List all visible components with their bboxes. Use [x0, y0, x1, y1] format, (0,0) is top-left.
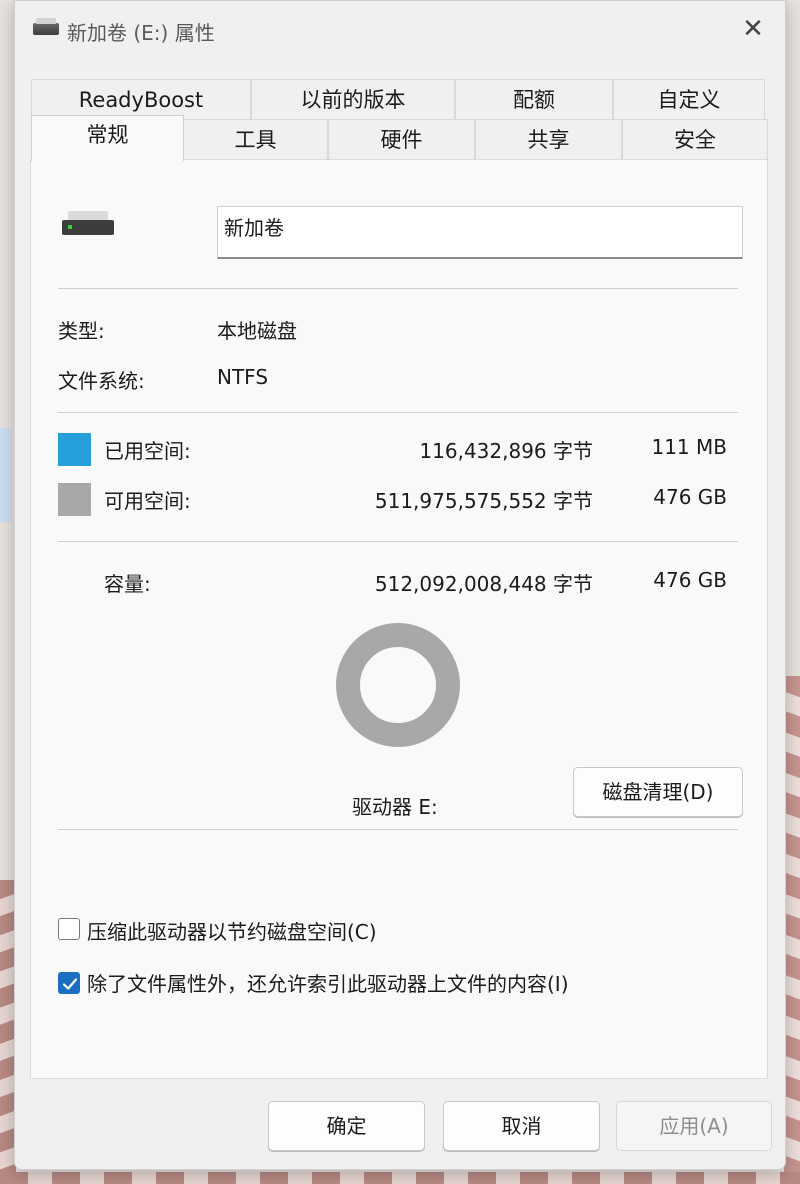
drive-letter-label: 驱动器 E:: [352, 795, 438, 819]
free-space-label: 可用空间:: [104, 489, 191, 513]
tab-label: 常规: [86, 123, 129, 147]
cancel-button[interactable]: 取消: [443, 1101, 600, 1151]
ok-button[interactable]: 确定: [268, 1101, 425, 1151]
type-value: 本地磁盘: [217, 319, 297, 343]
button-label: 取消: [501, 1114, 542, 1138]
capacity-size: 476 GB: [653, 568, 727, 592]
compress-drive-label[interactable]: 压缩此驱动器以节约磁盘空间(C): [87, 916, 377, 945]
tab-general[interactable]: 常规: [31, 115, 184, 161]
used-space-label: 已用空间:: [104, 439, 191, 463]
allow-indexing-label[interactable]: 除了文件属性外，还允许索引此驱动器上文件的内容(I): [87, 968, 569, 997]
tab-label: 以前的版本: [300, 88, 406, 112]
free-space-size: 476 GB: [653, 485, 727, 509]
file-system-value: NTFS: [217, 365, 269, 389]
tab-label: 硬件: [380, 128, 423, 152]
tab-label: 安全: [674, 128, 716, 152]
button-label: 确定: [326, 1114, 367, 1138]
divider: [58, 541, 738, 542]
capacity-bytes: 512,092,008,448 字节: [374, 572, 593, 596]
properties-dialog: 新加卷 (E:) 属性 ✕ ReadyBoost 以前的版本 配额 自定义 工具…: [14, 0, 786, 1170]
capacity-label: 容量:: [104, 572, 151, 596]
hard-drive-icon: [62, 211, 114, 235]
tab-previous-versions[interactable]: 以前的版本: [251, 79, 455, 119]
tab-label: 配额: [513, 88, 555, 112]
tab-label: 工具: [234, 128, 277, 152]
desktop-background: [0, 428, 12, 522]
tab-sharing[interactable]: 共享: [475, 119, 622, 159]
divider: [58, 288, 738, 289]
file-system-label: 文件系统:: [58, 369, 145, 393]
disk-cleanup-button[interactable]: 磁盘清理(D): [573, 767, 743, 817]
drive-icon: [33, 18, 59, 35]
checkmark-icon: [62, 978, 78, 990]
tab-security[interactable]: 安全: [622, 119, 768, 159]
tab-label: 共享: [527, 128, 570, 152]
tab-tools[interactable]: 工具: [183, 119, 328, 159]
free-space-swatch: [58, 483, 91, 516]
tab-customize[interactable]: 自定义: [613, 79, 765, 119]
used-space-swatch: [58, 433, 91, 466]
type-label: 类型:: [58, 319, 105, 343]
apply-button[interactable]: 应用(A): [616, 1101, 772, 1151]
desktop-background: [784, 676, 800, 1184]
tab-readyboost[interactable]: ReadyBoost: [31, 79, 251, 119]
tab-label: 自定义: [657, 88, 721, 112]
used-space-bytes: 116,432,896 字节: [419, 439, 593, 463]
desktop-background: [0, 1172, 800, 1184]
tab-label: ReadyBoost: [78, 88, 204, 112]
tab-quota[interactable]: 配额: [455, 79, 613, 119]
compress-drive-checkbox[interactable]: [58, 918, 80, 940]
disk-usage-donut: [336, 623, 460, 747]
volume-name-input[interactable]: [217, 206, 743, 259]
divider: [58, 829, 738, 830]
allow-indexing-checkbox[interactable]: [58, 972, 80, 994]
button-label: 应用(A): [659, 1114, 729, 1138]
used-space-size: 111 MB: [651, 435, 727, 459]
title-bar[interactable]: 新加卷 (E:) 属性 ✕: [15, 1, 785, 59]
tab-hardware[interactable]: 硬件: [328, 119, 475, 159]
button-label: 磁盘清理(D): [602, 780, 714, 804]
free-space-bytes: 511,975,575,552 字节: [374, 489, 593, 513]
donut-free-segment: [336, 623, 460, 747]
divider: [58, 412, 738, 413]
window-title: 新加卷 (E:) 属性: [67, 21, 215, 45]
close-button[interactable]: ✕: [735, 11, 771, 47]
